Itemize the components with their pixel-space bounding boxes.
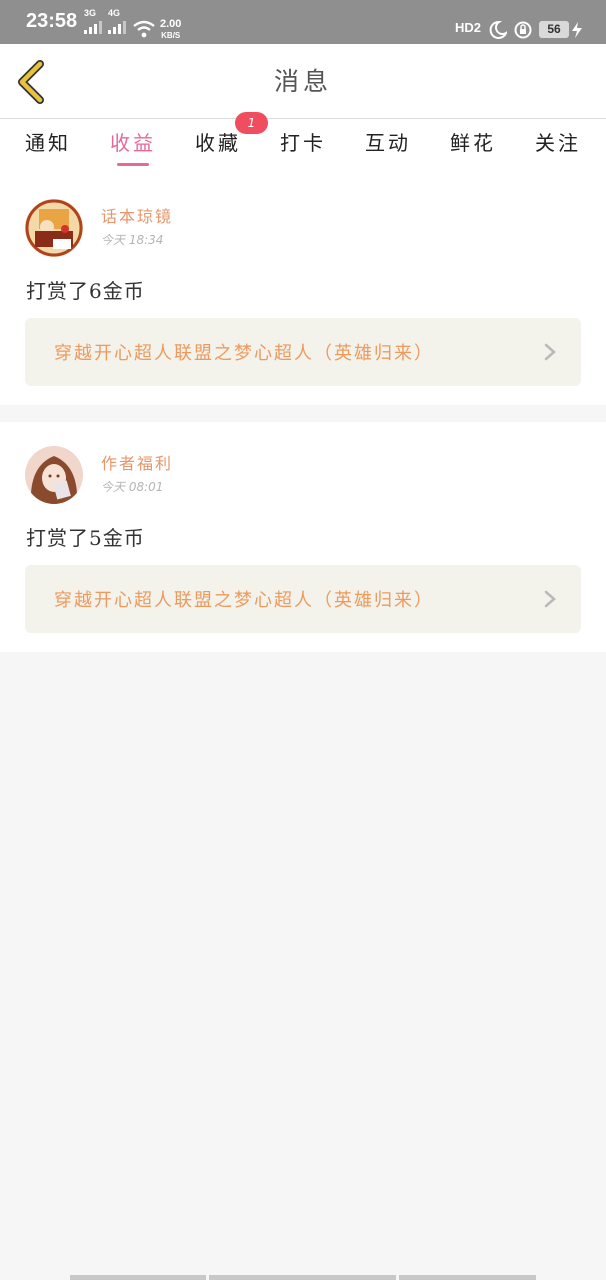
- bottom-divider: [70, 1275, 206, 1280]
- network-speed: 2.00 KB/S: [160, 19, 181, 41]
- status-bar: 23:58 3G 4G 2.00 KB/S HD2 56: [0, 0, 606, 44]
- moon-icon: [489, 21, 507, 39]
- sender-name[interactable]: 作者福利: [101, 450, 173, 474]
- hd-label: HD2: [455, 20, 482, 35]
- battery-level: 56: [539, 21, 569, 38]
- signal-icon: [84, 21, 102, 34]
- chevron-right-icon: [544, 343, 556, 361]
- network-4g-label: 4G: [108, 8, 121, 18]
- reward-text: 打赏了5金币: [26, 526, 145, 550]
- tab-interaction[interactable]: 互动: [353, 127, 423, 156]
- network-3g-label: 3G: [84, 8, 97, 18]
- sender-name[interactable]: 话本琼镜: [101, 203, 173, 227]
- header: 消息: [0, 44, 606, 119]
- message-time: 今天 18:34: [101, 233, 164, 247]
- book-title: 穿越开心超人联盟之梦心超人（英雄归来）: [54, 343, 434, 364]
- bottom-divider: [399, 1275, 536, 1280]
- book-link[interactable]: 穿越开心超人联盟之梦心超人（英雄归来）: [25, 318, 581, 386]
- tab-earnings[interactable]: 收益: [98, 127, 168, 156]
- book-link[interactable]: 穿越开心超人联盟之梦心超人（英雄归来）: [25, 565, 581, 633]
- active-tab-indicator: [117, 163, 149, 166]
- signal-icon: [108, 21, 126, 34]
- message-time: 今天 08:01: [101, 480, 164, 494]
- chevron-right-icon: [544, 590, 556, 608]
- message-card[interactable]: 作者福利 今天 08:01 打赏了5金币 穿越开心超人联盟之梦心超人（英雄归来）: [0, 422, 606, 652]
- rotation-lock-icon: [514, 21, 532, 39]
- tab-following[interactable]: 关注: [523, 127, 593, 156]
- tab-bar: 通知 收益 收藏 打卡 互动 鲜花 关注: [0, 119, 606, 179]
- status-time: 23:58: [26, 10, 78, 32]
- tab-notifications[interactable]: 通知: [13, 127, 83, 156]
- tab-checkin[interactable]: 打卡: [268, 127, 338, 156]
- charging-icon: [572, 22, 582, 38]
- page-title: 消息: [273, 67, 332, 96]
- bottom-divider: [209, 1275, 396, 1280]
- favorites-badge: 1: [235, 112, 268, 134]
- speed-value: 2.00: [160, 18, 182, 30]
- speed-unit: KB/S: [161, 31, 181, 40]
- book-title: 穿越开心超人联盟之梦心超人（英雄归来）: [54, 590, 434, 611]
- avatar[interactable]: [25, 199, 83, 257]
- message-card[interactable]: 话本琼镜 今天 18:34 打赏了6金币 穿越开心超人联盟之梦心超人（英雄归来）: [0, 175, 606, 405]
- reward-text: 打赏了6金币: [26, 279, 145, 303]
- avatar[interactable]: [25, 446, 83, 504]
- wifi-icon: [133, 20, 155, 38]
- tab-flowers[interactable]: 鲜花: [438, 127, 508, 156]
